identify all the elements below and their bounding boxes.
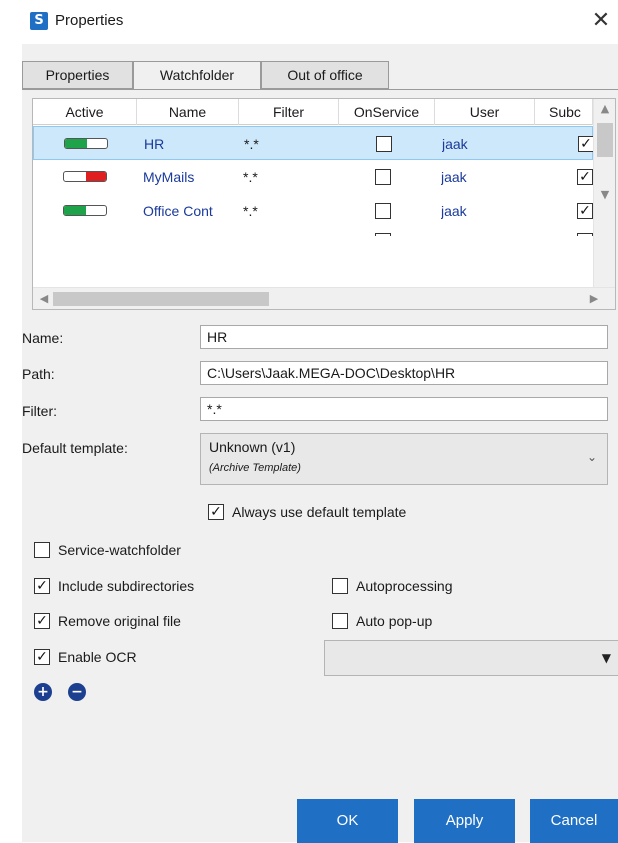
table-row[interactable] [33,228,593,236]
subdirs-checkbox[interactable]: ✓ [578,136,594,152]
caret-down-icon: ▼ [601,651,611,665]
button-bar: OK Apply Cancel [22,784,618,843]
column-header-user[interactable]: User [435,99,535,125]
active-toggle[interactable] [64,138,108,149]
include-subdirectories-label: Include subdirectories [58,578,195,594]
dialog-body: Properties Watchfolder Out of office Act… [22,44,618,784]
include-subdirectories-option[interactable]: ✓ Include subdirectories [34,577,274,597]
onservice-checkbox[interactable] [376,136,392,152]
default-template-label: Default template: [22,440,128,456]
row-filter: *.* [243,203,258,219]
onservice-checkbox[interactable] [375,233,391,236]
autoprocessing-label: Autoprocessing [356,578,453,594]
title-bar: S Properties ✕ [0,0,618,44]
always-use-default-template[interactable]: ✓ Always use default template [208,503,468,523]
autoprocessing-checkbox[interactable] [332,578,348,594]
name-label: Name: [22,330,64,346]
table-row[interactable]: MyMails *.* jaak ✓ [33,160,593,194]
vertical-scroll-thumb[interactable] [597,123,613,157]
filter-label: Filter: [22,403,57,419]
scroll-down-icon[interactable]: ▼ [594,185,615,205]
enable-ocr-option[interactable]: ✓ Enable OCR [34,648,274,668]
horizontal-scrollbar[interactable]: ◀ ▶ [33,287,615,309]
path-label: Path: [22,366,55,382]
row-name: Office Cont [143,203,213,219]
auto-popup-label: Auto pop-up [356,613,433,629]
name-field[interactable]: HR [200,325,608,349]
onservice-checkbox[interactable] [375,203,391,219]
scroll-up-icon[interactable]: ▲ [594,99,615,119]
row-filter: *.* [244,136,259,152]
remove-original-checkbox[interactable]: ✓ [34,613,50,629]
include-subdirectories-checkbox[interactable]: ✓ [34,578,50,594]
auto-popup-checkbox[interactable] [332,613,348,629]
always-default-label: Always use default template [232,504,407,520]
row-user: jaak [441,203,467,219]
row-user: jaak [441,169,467,185]
subdirs-checkbox[interactable]: ✓ [577,203,593,219]
subdirs-checkbox[interactable] [577,233,593,236]
table-row[interactable]: HR *.* jaak ✓ [33,126,594,160]
tab-watchfolder[interactable]: Watchfolder [133,61,261,90]
filter-field[interactable]: *.* [200,397,608,421]
tab-properties[interactable]: Properties [22,61,133,89]
app-logo-icon: S [30,12,48,30]
row-name: MyMails [143,169,195,185]
subdirs-checkbox[interactable]: ✓ [577,169,593,185]
chevron-down-icon: ⌄ [586,450,597,464]
column-header-filter[interactable]: Filter [239,99,339,125]
scroll-right-icon[interactable]: ▶ [583,289,605,309]
horizontal-scroll-thumb[interactable] [53,292,269,306]
remove-original-label: Remove original file [58,613,181,629]
add-icon[interactable]: + [34,683,52,701]
ok-button[interactable]: OK [297,799,398,843]
template-type: (Archive Template) [209,462,301,474]
service-watchfolder-checkbox[interactable] [34,542,50,558]
enable-ocr-label: Enable OCR [58,649,137,665]
footer: OK Apply Cancel [0,784,618,843]
path-field[interactable]: C:\Users\Jaak.MEGA-DOC\Desktop\HR [200,361,608,385]
template-name: Unknown (v1) [209,439,296,455]
onservice-checkbox[interactable] [375,169,391,185]
column-header-onservice[interactable]: OnService [339,99,435,125]
close-icon[interactable]: ✕ [584,6,618,36]
column-header-active[interactable]: Active [33,99,137,125]
remove-icon[interactable]: − [68,683,86,701]
table-row[interactable]: Office Cont *.* jaak ✓ [33,194,593,228]
default-template-select[interactable]: Unknown (v1) (Archive Template) ⌄ [200,433,608,485]
vertical-scrollbar[interactable]: ▲ ▼ [593,99,615,287]
service-watchfolder-label: Service-watchfolder [58,542,181,558]
auto-popup-option[interactable]: Auto pop-up [332,612,532,632]
autoprocessing-option[interactable]: Autoprocessing [332,577,532,597]
grid-header: Active Name Filter OnService User Subc [33,99,593,125]
enable-ocr-checkbox[interactable]: ✓ [34,649,50,665]
remove-original-option[interactable]: ✓ Remove original file [34,612,274,632]
service-watchfolder-option[interactable]: Service-watchfolder [34,541,274,561]
active-toggle[interactable] [63,205,107,216]
row-user: jaak [442,136,468,152]
active-toggle[interactable] [63,171,107,182]
window-title: Properties [55,12,124,29]
always-default-checkbox[interactable]: ✓ [208,504,224,520]
apply-button[interactable]: Apply [414,799,515,843]
row-filter: *.* [243,169,258,185]
column-header-subdirs[interactable]: Subc [535,99,593,125]
watchfolder-panel: Active Name Filter OnService User Subc H… [22,89,618,784]
row-name: HR [144,136,165,152]
column-header-name[interactable]: Name [137,99,239,125]
scroll-left-icon[interactable]: ◀ [33,289,55,309]
cancel-button[interactable]: Cancel [530,799,618,843]
watchfolder-grid[interactable]: Active Name Filter OnService User Subc H… [32,98,616,310]
tab-out-of-office[interactable]: Out of office [261,61,389,89]
ocr-language-select[interactable]: ▼ [324,640,618,676]
